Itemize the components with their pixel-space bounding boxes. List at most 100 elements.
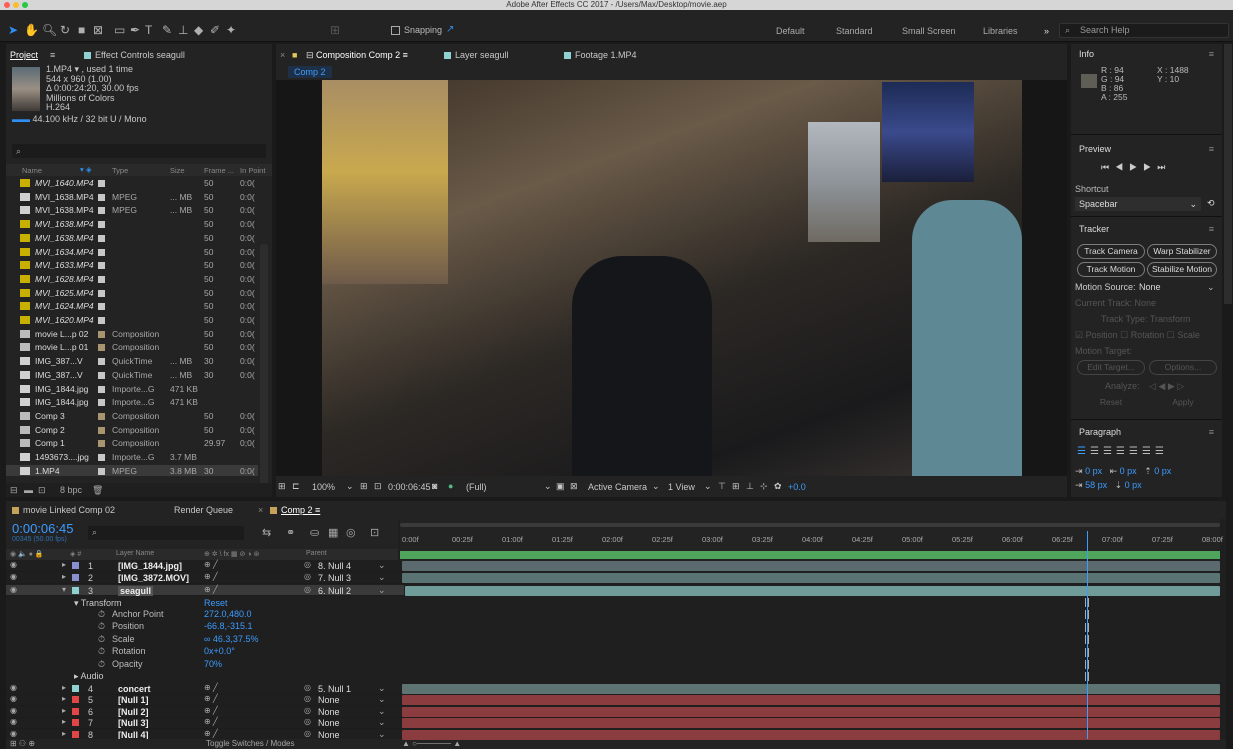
reset-shortcut-icon[interactable]: ⟲ <box>1207 198 1215 209</box>
align-right-icon[interactable]: ☰ <box>1103 446 1116 457</box>
switches-icons[interactable]: ⊕ ╱ <box>204 729 218 738</box>
layer-name[interactable]: seagull <box>118 585 154 596</box>
snapshot-icon[interactable]: ◙ <box>432 481 437 491</box>
zoom-out-icon[interactable]: ▲ ○────── ▲ <box>402 739 461 748</box>
viewer-timecode[interactable]: 0:00:06:45 <box>388 482 431 492</box>
twirl-icon[interactable]: ▸ <box>62 729 66 738</box>
options-button[interactable]: Options... <box>1149 360 1217 375</box>
stopwatch-icon[interactable]: ⏱ <box>98 609 105 620</box>
project-item[interactable]: MVI_1620.MP4 50 0:0( <box>6 314 258 326</box>
project-item[interactable]: MVI_1633.MP4 50 0:0( <box>6 259 258 271</box>
close-window-button[interactable] <box>4 2 10 8</box>
parent-pickwhip-icon[interactable]: ◎ <box>304 572 311 581</box>
layer-duration-bar[interactable] <box>402 718 1220 729</box>
zoom-window-button[interactable] <box>22 2 28 8</box>
layer-name[interactable]: [Null 2] <box>118 707 149 717</box>
new-folder-icon[interactable]: ▬ <box>24 485 33 495</box>
layer-row[interactable]: ◉ ▸ 1 [IMG_1844.jpg] ⊕ ╱ ◎ 8. Null 4 ⌄ <box>6 560 404 572</box>
parent-dropdown[interactable]: None <box>318 707 340 717</box>
region-of-interest-icon[interactable]: ▣ <box>556 481 565 492</box>
track-motion-button[interactable]: Track Motion <box>1077 262 1145 277</box>
visibility-icon[interactable]: ◉ <box>10 706 17 715</box>
tab-effect-controls[interactable]: Effect Controls seagull <box>84 50 185 60</box>
parent-dropdown[interactable]: 6. Null 2 <box>318 586 351 596</box>
workspace-libraries[interactable]: Libraries <box>983 26 1018 36</box>
rectangle-tool-icon[interactable]: ▭ <box>114 23 125 37</box>
switches-icons[interactable]: ⊕ ╱ <box>204 560 218 569</box>
current-track-dropdown[interactable]: Current Track: None <box>1075 298 1156 308</box>
work-area-bar[interactable] <box>400 523 1220 527</box>
first-frame-icon[interactable]: ⏮ <box>1101 162 1115 172</box>
project-item[interactable]: IMG_387...V QuickTime ... MB 30 0:0( <box>6 355 258 367</box>
project-search-input[interactable]: ⌕ <box>12 144 266 158</box>
chevron-down-icon[interactable]: ⌄ <box>378 572 386 583</box>
footer-toggle-icons[interactable]: ⊞ ⚇ ⊕ <box>10 739 35 748</box>
layer-label-color[interactable] <box>72 562 79 569</box>
current-time-indicator[interactable] <box>1087 531 1089 739</box>
column-layer-name[interactable]: Layer Name <box>116 550 154 557</box>
chevron-down-icon[interactable]: ⌄ <box>1207 282 1215 293</box>
layer-name[interactable]: [IMG_1844.jpg] <box>118 561 182 571</box>
brush-tool-icon[interactable]: ✎ <box>162 23 172 37</box>
play-icon[interactable]: ▶ <box>1129 162 1143 172</box>
parent-pickwhip-icon[interactable]: ◎ <box>304 683 311 692</box>
space-after-value[interactable]: 0 px <box>1125 480 1142 490</box>
parent-dropdown[interactable]: 5. Null 1 <box>318 684 351 694</box>
tab-composition[interactable]: ⊟ Composition Comp 2 ≡ <box>306 50 408 61</box>
tab-movie-linked-comp[interactable]: movie Linked Comp 02 <box>12 505 115 515</box>
twirl-icon[interactable]: ▾ <box>62 585 66 594</box>
panel-menu-icon[interactable]: ≡ <box>1209 144 1214 154</box>
panel-menu-icon[interactable]: ≡ <box>50 50 55 60</box>
twirl-icon[interactable]: ▸ <box>62 560 66 569</box>
pan-behind-tool-icon[interactable]: ⊠ <box>93 23 103 37</box>
audio-twirl[interactable]: ▸ Audio <box>74 671 104 682</box>
project-item[interactable]: MVI_1634.MP4 50 0:0( <box>6 246 258 258</box>
workspace-standard[interactable]: Standard <box>836 26 873 36</box>
close-tab-icon[interactable]: × <box>258 505 263 515</box>
column-frame-rate[interactable]: Frame ... <box>204 166 234 175</box>
edit-target-button[interactable]: Edit Target... <box>1077 360 1145 375</box>
draft-3d-icon[interactable]: ⚭ <box>286 526 295 539</box>
view-layout-dropdown[interactable]: 1 View <box>668 482 695 492</box>
comp-navigator-chip[interactable]: Comp 2 <box>288 66 332 78</box>
column-type[interactable]: Type <box>112 166 128 175</box>
mask-icon[interactable]: ⊡ <box>374 481 382 492</box>
apply-tracker-button[interactable]: Apply <box>1149 396 1217 411</box>
transform-twirl[interactable]: ▾ Transform <box>74 598 122 609</box>
transform-property-value[interactable]: 0x+0.0° <box>204 646 235 656</box>
justify-all-icon[interactable]: ☰ <box>1155 446 1168 457</box>
camera-tool-icon[interactable]: ■ <box>78 23 85 37</box>
transform-property-value[interactable]: ∞ 46.3,37.5% <box>204 634 258 644</box>
toggle-pixel-aspect-icon[interactable]: ⊤ <box>718 481 726 492</box>
always-preview-icon[interactable]: ⊞ <box>278 481 286 492</box>
workspace-default[interactable]: Default <box>776 26 805 36</box>
project-item[interactable]: MVI_1640.MP4 50 0:0( <box>6 177 258 189</box>
layer-label-color[interactable] <box>72 574 79 582</box>
layer-row[interactable]: ◉ ▾ 3 seagull ⊕ ╱ ◎ 6. Null 2 ⌄ <box>6 584 404 597</box>
frame-blending-icon[interactable]: ▦ <box>328 526 338 539</box>
project-item[interactable]: MVI_1638.MP4 50 0:0( <box>6 232 258 244</box>
time-ruler[interactable]: 0:00f 00:25f 01:00f 01:25f 02:00f 02:25f 03:00… <box>400 519 1223 561</box>
warp-stabilizer-button[interactable]: Warp Stabilizer <box>1147 244 1217 259</box>
project-item[interactable]: MVI_1624.MP4 50 0:0( <box>6 300 258 312</box>
switches-icons[interactable]: ⊕ ╱ <box>204 717 218 726</box>
parent-dropdown[interactable]: None <box>318 695 340 705</box>
layer-duration-bar[interactable] <box>402 573 1220 584</box>
zoom-tool-icon[interactable]: 🔍︎ <box>42 23 57 37</box>
twirl-icon[interactable]: ▸ <box>62 683 66 692</box>
comp-mini-flowchart-icon[interactable]: ⇆ <box>262 526 271 539</box>
tab-project[interactable]: Project <box>10 50 38 60</box>
magnification-dropdown[interactable]: 100% <box>312 482 335 492</box>
transform-property-value[interactable]: -66.8,-315.1 <box>204 621 253 631</box>
roto-brush-tool-icon[interactable]: ✐ <box>210 23 220 37</box>
interpret-footage-icon[interactable]: ⊟ <box>10 485 18 496</box>
transform-reset[interactable]: Reset <box>204 598 228 608</box>
project-item[interactable]: Comp 3 Composition 50 0:0( <box>6 410 258 422</box>
switches-icons[interactable]: ⊕ ╱ <box>204 706 218 715</box>
chevron-down-icon[interactable]: ⌄ <box>652 481 660 492</box>
trash-icon[interactable]: 🗑︎ <box>92 485 103 496</box>
exposure-icon[interactable]: ✿ <box>774 481 782 492</box>
reset-tracker-button[interactable]: Reset <box>1077 396 1145 411</box>
transform-property-value[interactable]: 70% <box>204 659 222 669</box>
justify-left-icon[interactable]: ☰ <box>1116 446 1129 457</box>
